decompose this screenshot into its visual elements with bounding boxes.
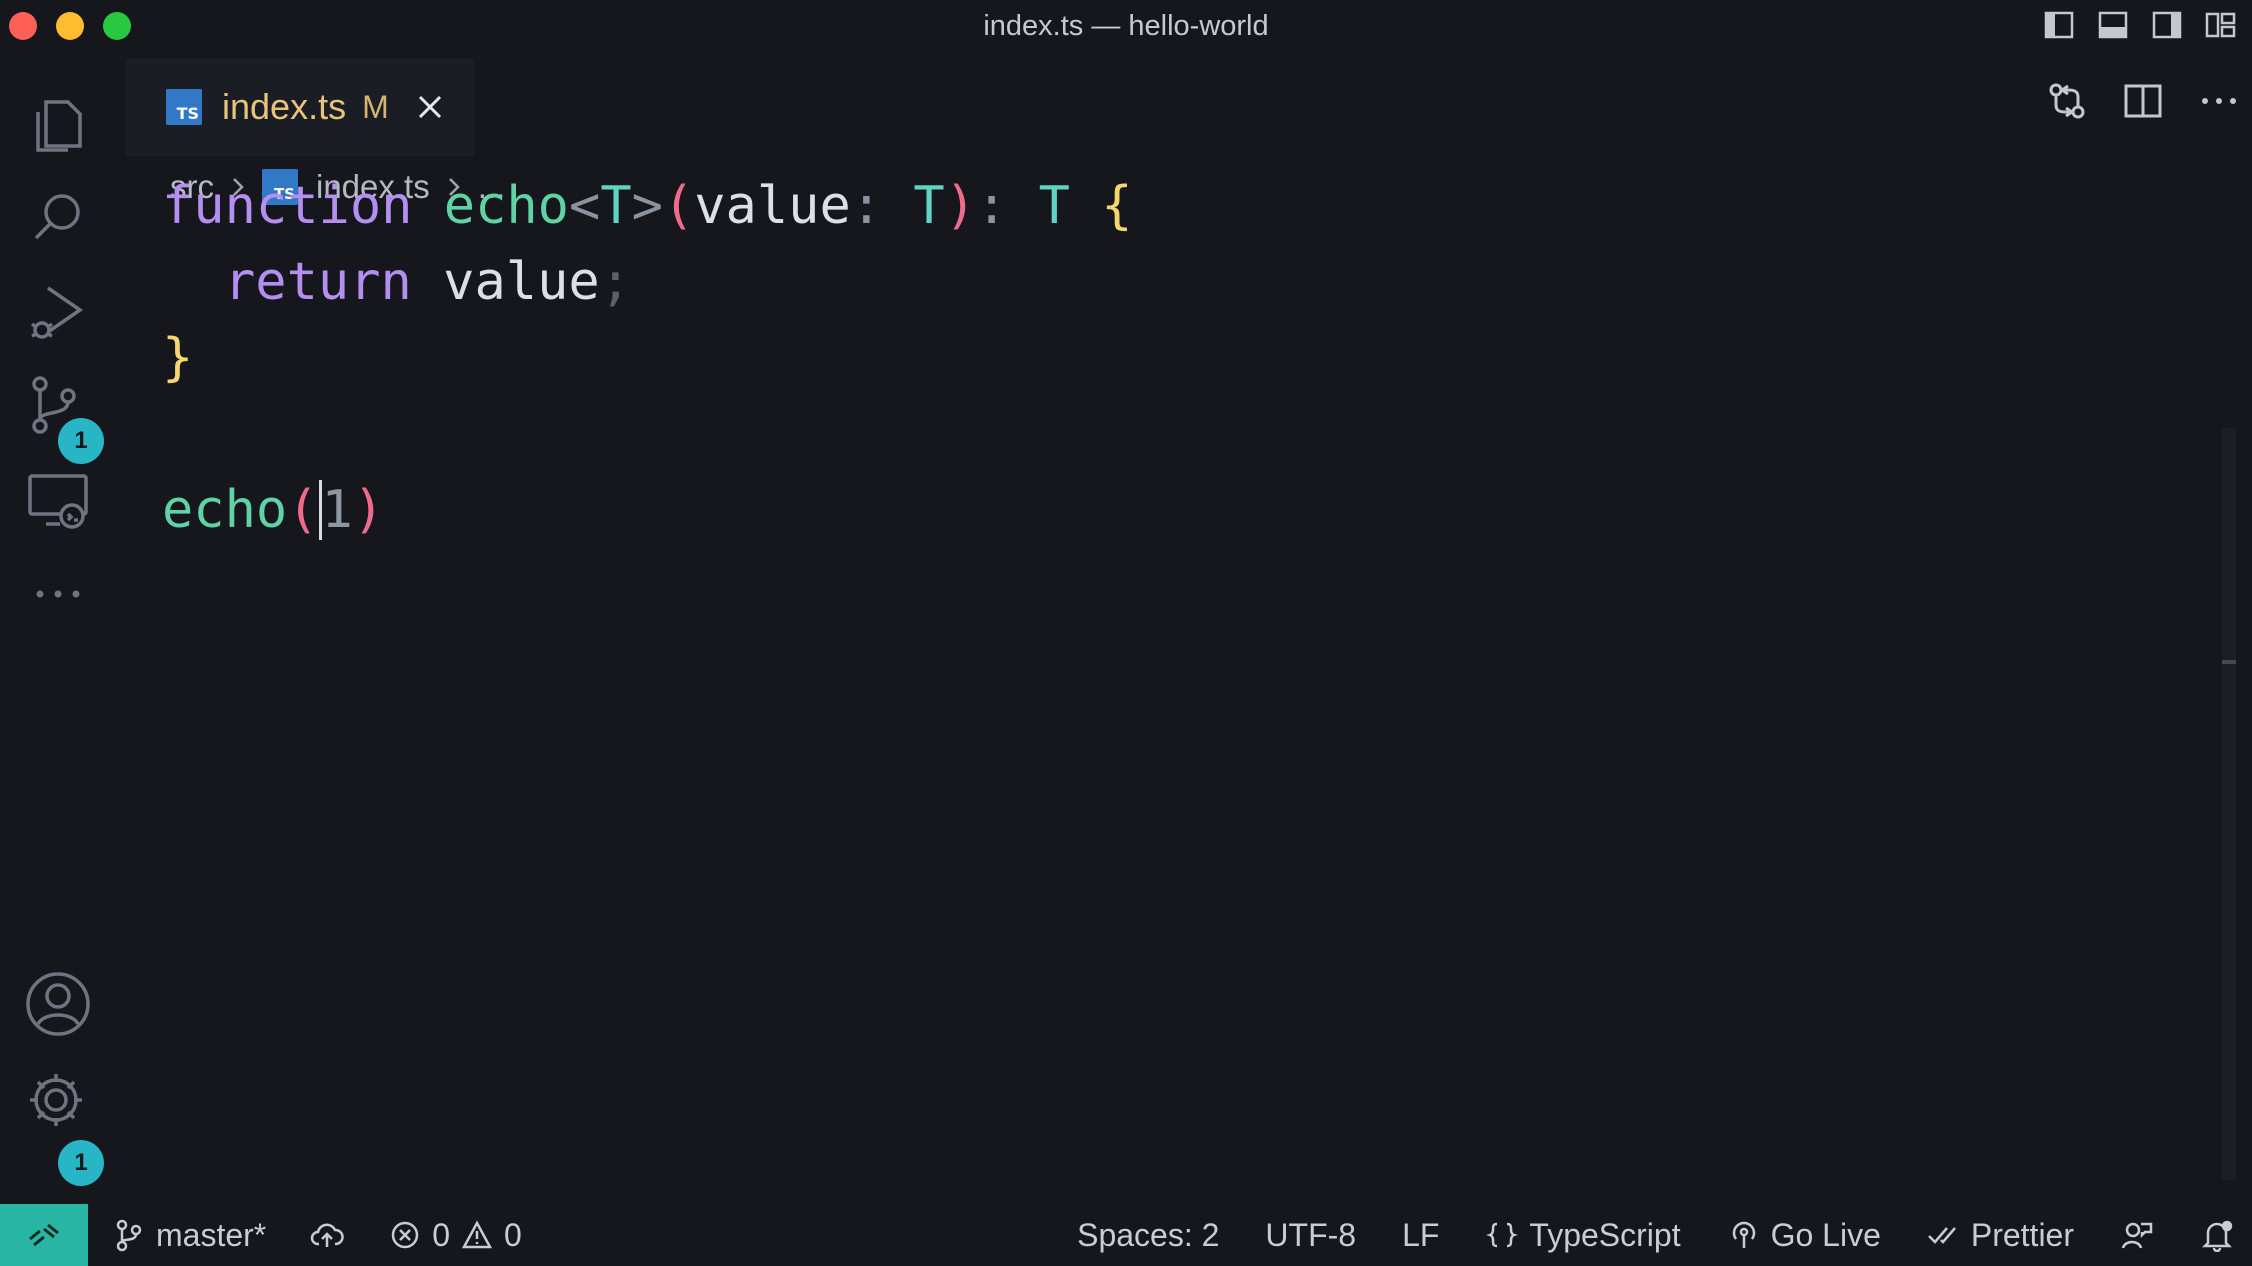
tab-title: index.ts xyxy=(222,86,347,127)
modified-indicator: M xyxy=(362,88,389,125)
eol-indicator[interactable]: LF xyxy=(1402,1204,1439,1266)
search-icon[interactable] xyxy=(22,182,94,254)
status-bar: master* 0 0 Spaces: 2 UTF-8 LF TypeScrip… xyxy=(0,1204,2252,1266)
window-title: index.ts — hello-world xyxy=(983,10,1269,42)
go-live-button[interactable]: Go Live xyxy=(1727,1204,1881,1266)
tab-index-ts[interactable]: TS index.ts M xyxy=(126,58,474,156)
sync-indicator[interactable] xyxy=(310,1204,344,1266)
language-name: TypeScript xyxy=(1529,1216,1681,1253)
branch-indicator[interactable]: master* xyxy=(112,1204,266,1266)
title-bar: index.ts — hello-world xyxy=(0,0,2252,52)
typescript-file-icon: TS xyxy=(166,89,202,125)
editor-scrollbar[interactable] xyxy=(2222,428,2236,1180)
git-branch-icon xyxy=(116,1219,142,1252)
close-icon[interactable] xyxy=(415,92,445,122)
status-left: master* 0 0 xyxy=(112,1204,522,1266)
activity-bar: 1 1 xyxy=(0,52,116,1204)
branch-name: master* xyxy=(156,1216,267,1253)
bell-icon xyxy=(2201,1220,2233,1252)
files-icon[interactable] xyxy=(22,88,94,160)
code-line-2: return value; xyxy=(224,252,632,312)
feedback-icon xyxy=(2121,1222,2153,1249)
encoding-indicator[interactable]: UTF-8 xyxy=(1265,1204,1356,1266)
customize-layout-icon[interactable] xyxy=(2204,8,2238,47)
problems-indicator[interactable]: 0 0 xyxy=(388,1204,522,1266)
source-control-badge: 1 xyxy=(58,418,104,464)
code-editor[interactable]: function echo<T>(value: T): T { return v… xyxy=(116,176,2236,1204)
toggle-secondary-sidebar-icon[interactable] xyxy=(2150,8,2184,47)
braces-icon xyxy=(1486,1222,1519,1248)
editor-actions xyxy=(2044,78,2242,129)
language-mode-indicator[interactable]: TypeScript xyxy=(1485,1204,1681,1266)
prettier-label: Prettier xyxy=(1970,1216,2074,1253)
editor-tab-bar: TS index.ts M xyxy=(116,52,2252,160)
more-actions-icon[interactable] xyxy=(2196,78,2242,129)
toggle-primary-sidebar-icon[interactable] xyxy=(2042,8,2076,47)
error-count: 0 xyxy=(432,1216,451,1253)
warning-count: 0 xyxy=(504,1216,522,1253)
remote-icon xyxy=(29,1223,59,1247)
code-line-1: function echo<T>(value: T): T { xyxy=(162,176,1133,236)
double-check-icon xyxy=(1927,1227,1956,1244)
warning-icon xyxy=(461,1220,493,1249)
remote-indicator[interactable] xyxy=(0,1204,88,1266)
notifications-button[interactable] xyxy=(2200,1204,2234,1266)
scrollbar-cursor-marker xyxy=(2222,660,2236,664)
indentation-indicator[interactable]: Spaces: 2 xyxy=(1077,1204,1219,1266)
split-editor-icon[interactable] xyxy=(2120,78,2166,129)
text-cursor: 1 xyxy=(318,480,353,540)
prettier-indicator[interactable]: Prettier xyxy=(1927,1204,2074,1266)
toggle-panel-icon[interactable] xyxy=(2096,8,2130,47)
manage-badge: 1 xyxy=(58,1140,104,1186)
error-icon xyxy=(392,1221,419,1249)
status-right: Spaces: 2 UTF-8 LF TypeScript Go Live Pr… xyxy=(1077,1204,2234,1266)
open-changes-icon[interactable] xyxy=(2044,78,2090,129)
run-debug-icon[interactable] xyxy=(22,276,94,348)
more-icon[interactable] xyxy=(22,558,94,630)
go-live-label: Go Live xyxy=(1770,1216,1881,1253)
code-line-5: echo(1) xyxy=(162,480,385,540)
feedback-button[interactable] xyxy=(2120,1204,2154,1266)
code-line-3: } xyxy=(162,328,194,388)
gear-icon[interactable] xyxy=(22,1064,94,1136)
cloud-upload-icon xyxy=(311,1223,344,1247)
account-icon[interactable] xyxy=(22,968,94,1040)
remote-explorer-icon[interactable] xyxy=(22,464,94,536)
layout-controls xyxy=(2042,8,2238,47)
broadcast-icon xyxy=(1732,1221,1755,1248)
